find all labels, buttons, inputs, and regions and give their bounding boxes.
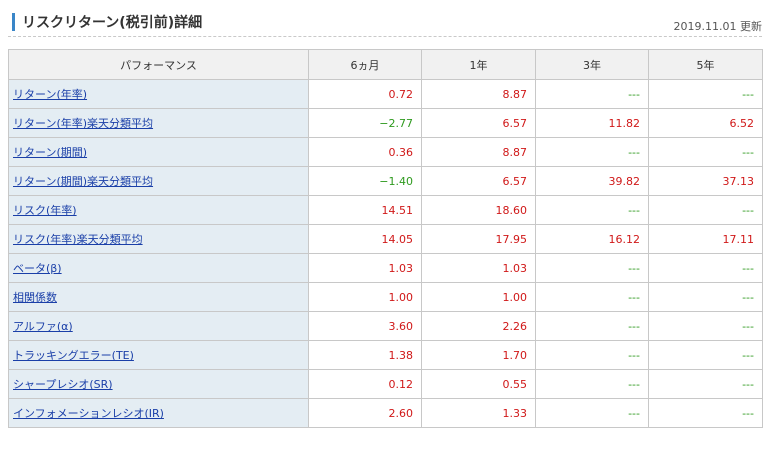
value-cell-6-months: 1.38: [308, 340, 422, 370]
row-label-link[interactable]: リターン(期間)楽天分類平均: [13, 175, 153, 188]
table-row: リターン(期間)楽天分類平均 −1.40 6.57 39.82 37.13: [8, 166, 763, 196]
header-accent-bar: [12, 13, 15, 31]
value-cell-1-year: 17.95: [421, 224, 536, 254]
column-header-5-years: 5年: [648, 49, 763, 80]
value-cell-6-months: 0.36: [308, 137, 422, 167]
table-header-row: パフォーマンス 6ヵ月 1年 3年 5年: [8, 49, 763, 80]
row-label-link[interactable]: リターン(年率)楽天分類平均: [13, 117, 153, 130]
value-cell-6-months: 0.12: [308, 369, 422, 399]
value-cell-3-years: ---: [535, 195, 649, 225]
row-label-cell: リスク(年率)楽天分類平均: [8, 224, 309, 254]
row-label-link[interactable]: ベータ(β): [13, 262, 62, 275]
row-label-link[interactable]: インフォメーションレシオ(IR): [13, 407, 164, 420]
value-cell-3-years: ---: [535, 137, 649, 167]
updated-date: 2019.11.01 更新: [673, 20, 762, 33]
row-label-cell: リスク(年率): [8, 195, 309, 225]
table-row: リスク(年率) 14.51 18.60 --- ---: [8, 195, 763, 225]
value-cell-6-months: 1.03: [308, 253, 422, 283]
value-cell-3-years: ---: [535, 398, 649, 428]
row-label-cell: リターン(年率)楽天分類平均: [8, 108, 309, 138]
value-cell-1-year: 0.55: [421, 369, 536, 399]
risk-return-detail-panel: リスクリターン(税引前)詳細 2019.11.01 更新 パフォーマンス 6ヵ月…: [0, 0, 784, 450]
row-label-cell: トラッキングエラー(TE): [8, 340, 309, 370]
value-cell-3-years: ---: [535, 340, 649, 370]
table-row: リターン(年率)楽天分類平均 −2.77 6.57 11.82 6.52: [8, 108, 763, 138]
value-cell-1-year: 6.57: [421, 108, 536, 138]
value-cell-5-years: 6.52: [648, 108, 763, 138]
value-cell-3-years: 11.82: [535, 108, 649, 138]
column-header-3-years: 3年: [535, 49, 649, 80]
row-label-link[interactable]: リターン(年率): [13, 88, 87, 101]
value-cell-5-years: ---: [648, 311, 763, 341]
value-cell-1-year: 6.57: [421, 166, 536, 196]
table-row: トラッキングエラー(TE) 1.38 1.70 --- ---: [8, 340, 763, 370]
row-label-link[interactable]: 相関係数: [13, 291, 57, 304]
value-cell-5-years: ---: [648, 398, 763, 428]
row-label-cell: インフォメーションレシオ(IR): [8, 398, 309, 428]
table-row: リスク(年率)楽天分類平均 14.05 17.95 16.12 17.11: [8, 224, 763, 254]
value-cell-5-years: 37.13: [648, 166, 763, 196]
value-cell-3-years: 16.12: [535, 224, 649, 254]
performance-table: パフォーマンス 6ヵ月 1年 3年 5年 リターン(年率) 0.72 8.87 ---…: [8, 49, 763, 428]
value-cell-6-months: −2.77: [308, 108, 422, 138]
table-row: シャープレシオ(SR) 0.12 0.55 --- ---: [8, 369, 763, 399]
column-header-6-months: 6ヵ月: [308, 49, 422, 80]
row-label-link[interactable]: リスク(年率): [13, 204, 77, 217]
value-cell-1-year: 1.03: [421, 253, 536, 283]
row-label-cell: リターン(期間)楽天分類平均: [8, 166, 309, 196]
value-cell-1-year: 8.87: [421, 79, 536, 109]
value-cell-6-months: 0.72: [308, 79, 422, 109]
value-cell-1-year: 2.26: [421, 311, 536, 341]
table-row: リターン(期間) 0.36 8.87 --- ---: [8, 137, 763, 167]
row-label-cell: リターン(年率): [8, 79, 309, 109]
value-cell-1-year: 8.87: [421, 137, 536, 167]
column-header-performance: パフォーマンス: [8, 49, 309, 80]
value-cell-5-years: ---: [648, 340, 763, 370]
value-cell-5-years: 17.11: [648, 224, 763, 254]
value-cell-3-years: ---: [535, 253, 649, 283]
value-cell-3-years: ---: [535, 311, 649, 341]
value-cell-6-months: −1.40: [308, 166, 422, 196]
value-cell-3-years: ---: [535, 79, 649, 109]
section-title: リスクリターン(税引前)詳細: [22, 15, 203, 31]
row-label-link[interactable]: アルファ(α): [13, 320, 73, 333]
row-label-link[interactable]: リスク(年率)楽天分類平均: [13, 233, 143, 246]
row-label-cell: ベータ(β): [8, 253, 309, 283]
table-row: リターン(年率) 0.72 8.87 --- ---: [8, 79, 763, 109]
value-cell-3-years: 39.82: [535, 166, 649, 196]
value-cell-3-years: ---: [535, 369, 649, 399]
row-label-cell: リターン(期間): [8, 137, 309, 167]
value-cell-6-months: 14.05: [308, 224, 422, 254]
value-cell-5-years: ---: [648, 137, 763, 167]
value-cell-1-year: 1.33: [421, 398, 536, 428]
section-header: リスクリターン(税引前)詳細 2019.11.01 更新: [8, 6, 762, 37]
value-cell-1-year: 1.70: [421, 340, 536, 370]
value-cell-5-years: ---: [648, 369, 763, 399]
table-body: リターン(年率) 0.72 8.87 --- --- リターン(年率)楽天分類平均 −2.7…: [8, 79, 763, 428]
row-label-cell: 相関係数: [8, 282, 309, 312]
table-row: インフォメーションレシオ(IR) 2.60 1.33 --- ---: [8, 398, 763, 428]
row-label-link[interactable]: リターン(期間): [13, 146, 87, 159]
table-row: アルファ(α) 3.60 2.26 --- ---: [8, 311, 763, 341]
row-label-cell: シャープレシオ(SR): [8, 369, 309, 399]
value-cell-5-years: ---: [648, 282, 763, 312]
value-cell-6-months: 3.60: [308, 311, 422, 341]
column-header-1-year: 1年: [421, 49, 536, 80]
value-cell-6-months: 1.00: [308, 282, 422, 312]
value-cell-3-years: ---: [535, 282, 649, 312]
row-label-link[interactable]: シャープレシオ(SR): [13, 378, 113, 391]
value-cell-5-years: ---: [648, 195, 763, 225]
row-label-link[interactable]: トラッキングエラー(TE): [13, 349, 134, 362]
row-label-cell: アルファ(α): [8, 311, 309, 341]
value-cell-1-year: 18.60: [421, 195, 536, 225]
value-cell-5-years: ---: [648, 79, 763, 109]
value-cell-6-months: 14.51: [308, 195, 422, 225]
value-cell-5-years: ---: [648, 253, 763, 283]
value-cell-6-months: 2.60: [308, 398, 422, 428]
table-row: 相関係数 1.00 1.00 --- ---: [8, 282, 763, 312]
table-row: ベータ(β) 1.03 1.03 --- ---: [8, 253, 763, 283]
value-cell-1-year: 1.00: [421, 282, 536, 312]
